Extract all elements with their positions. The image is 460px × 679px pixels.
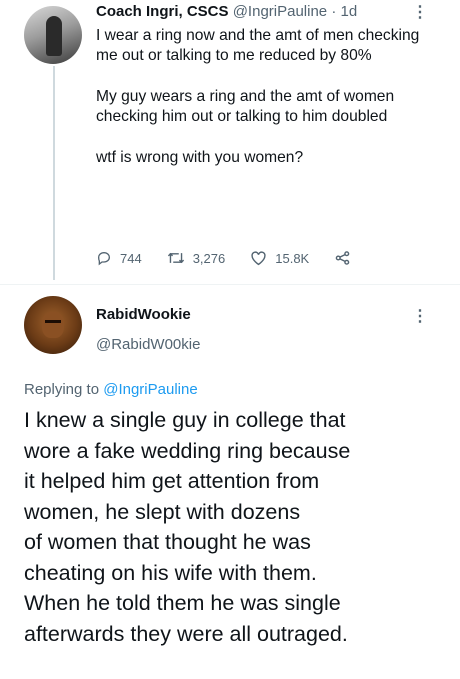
reply-author-handle[interactable]: @RabidW00kie [96,336,200,353]
replying-mention-link[interactable]: @IngriPauline [103,381,197,398]
share-icon [335,251,350,265]
reply-icon [97,251,111,266]
reply-text-line: I knew a single guy in college that [24,408,346,432]
more-vertical-icon[interactable]: ⋮ [412,2,428,22]
author-name[interactable]: Coach Ingri, CSCS [96,3,229,20]
replying-to: Replying to @IngriPauline [24,381,198,398]
reply-author-name[interactable]: RabidWookie [96,306,191,323]
heart-icon [251,251,266,266]
tweet-text: I wear a ring now and the amt of men che… [96,26,426,168]
tweet-paragraph: My guy wears a ring and the amt of women… [96,88,395,125]
tweet-paragraph: I wear a ring now and the amt of men che… [96,27,420,64]
header-separator: · [331,3,337,20]
like-button[interactable]: 15.8K [250,250,309,266]
author-avatar[interactable] [24,6,82,64]
retweet-button[interactable]: 3,276 [167,250,226,266]
like-count: 15.8K [275,250,310,266]
reply-text-line: wore a fake wedding ring because [24,438,351,463]
tweet-paragraph: wtf is wrong with you women? [96,149,304,166]
reply-text-line: women, he slept with dozens [24,499,301,524]
tweet-actions: 744 3,276 15.8K [96,248,384,268]
tweet-header: Coach Ingri, CSCS @IngriPauline · 1d [96,3,357,20]
more-vertical-icon[interactable]: ⋮ [412,306,428,326]
author-handle[interactable]: @IngriPauline [233,3,327,20]
thread-connector-line [53,66,55,280]
reply-text-line: cheating on his wife with them. [24,560,317,585]
original-tweet[interactable]: Coach Ingri, CSCS @IngriPauline · 1d ⋮ I… [0,0,460,290]
reply-text-line: of women that thought he was [24,530,311,554]
retweet-icon [167,252,184,264]
reply-count: 744 [120,250,142,266]
tweet-divider [0,284,460,285]
reply-text-line: When he told them he was single [24,591,341,615]
reply-button[interactable]: 744 [96,250,142,266]
share-button[interactable] [334,250,359,266]
replying-prefix: Replying to [24,381,100,398]
reply-author-avatar[interactable] [24,296,82,354]
reply-text: I knew a single guy in college that wore… [24,405,444,649]
reply-text-line: it helped him get attention from [24,469,320,493]
reply-text-line: afterwards they were all outraged. [24,621,348,646]
tweet-time[interactable]: 1d [341,3,358,20]
retweet-count: 3,276 [192,250,226,266]
